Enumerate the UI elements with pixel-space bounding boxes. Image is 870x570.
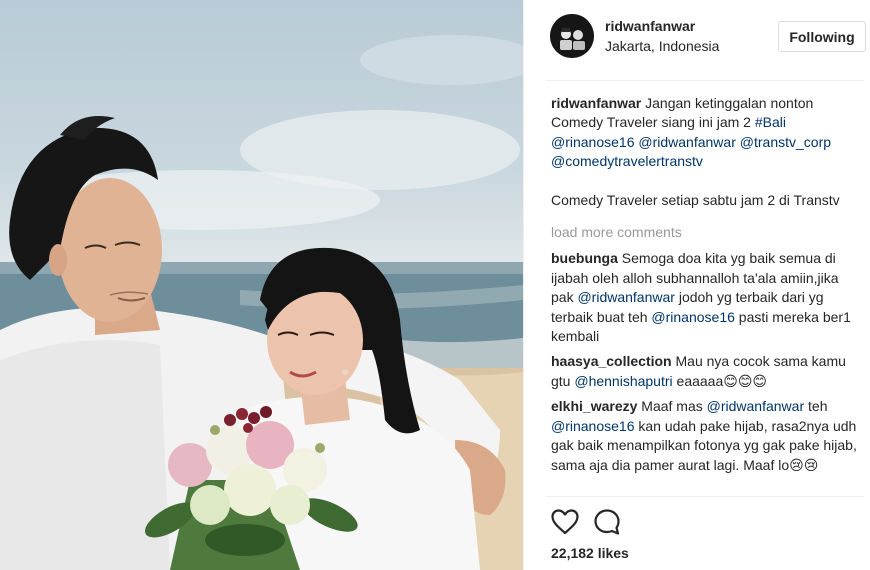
comment-text: Maaf mas	[637, 398, 707, 415]
comment-username[interactable]: buebunga	[551, 250, 618, 266]
heart-outline-icon[interactable]	[550, 507, 580, 537]
comment-item: haasya_collection Mau nya cocok sama kam…	[551, 352, 863, 391]
post-author-username[interactable]: ridwanfanwar	[605, 18, 695, 34]
mention-link[interactable]: @ridwanfanwar	[577, 289, 674, 305]
mention-link[interactable]: @hennishaputri	[574, 373, 672, 389]
mention-link[interactable]: @rinanose16	[551, 134, 635, 150]
comments-section[interactable]: ridwanfanwar Jangan ketinggalan nonton C…	[551, 94, 863, 496]
mention-link[interactable]: @transtv_corp	[740, 134, 831, 150]
divider	[546, 496, 864, 497]
comment-item: buebunga Semoga doa kita yg baik semua d…	[551, 249, 863, 346]
comment-item: elkhi_warezy Maaf mas @ridwanfanwar teh …	[551, 397, 863, 475]
avatar-image	[550, 14, 594, 58]
speech-bubble-icon[interactable]	[592, 507, 622, 537]
hashtag-link[interactable]: #Bali	[755, 114, 786, 130]
wedding-photo-illustration	[0, 35, 523, 570]
mention-link[interactable]: @comedytravelertranstv	[551, 153, 703, 169]
divider	[546, 80, 864, 81]
mention-link[interactable]: @ridwanfanwar	[638, 134, 735, 150]
load-more-comments-link[interactable]: load more comments	[551, 223, 863, 242]
like-count[interactable]: 22,182 likes	[551, 545, 629, 561]
mention-link[interactable]: @rinanose16	[651, 309, 735, 325]
post-details-panel: ridwanfanwar Jakarta, Indonesia Followin…	[523, 0, 870, 570]
comment-username[interactable]: haasya_collection	[551, 353, 672, 369]
comment-list: buebunga Semoga doa kita yg baik semua d…	[551, 249, 863, 474]
comment-text: teh	[804, 398, 828, 415]
caption-username[interactable]: ridwanfanwar	[551, 95, 641, 111]
mention-link[interactable]: @ridwanfanwar	[707, 398, 804, 414]
post-location[interactable]: Jakarta, Indonesia	[605, 38, 719, 54]
avatar[interactable]	[550, 14, 594, 58]
mention-link[interactable]: @rinanose16	[551, 418, 635, 434]
post-header: ridwanfanwar Jakarta, Indonesia Followin…	[524, 0, 870, 80]
caption-second-paragraph: Comedy Traveler setiap sabtu jam 2 di Tr…	[551, 191, 840, 208]
following-button[interactable]: Following	[778, 21, 866, 52]
comment-text: eaaaaa😊😊😊	[672, 372, 768, 389]
post-caption: ridwanfanwar Jangan ketinggalan nonton C…	[551, 94, 863, 172]
comment-username[interactable]: elkhi_warezy	[551, 398, 637, 414]
post-photo[interactable]	[0, 0, 523, 570]
